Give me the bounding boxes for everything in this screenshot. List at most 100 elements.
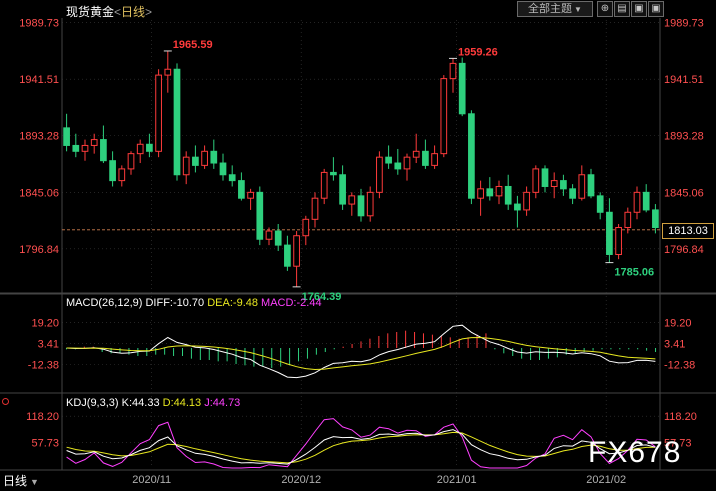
candle-body bbox=[541, 168, 549, 187]
axis-labels: 1989.73 1989.73 1941.51 1941.51 1893.28 1893.… bbox=[19, 18, 704, 486]
candle-body bbox=[320, 171, 328, 199]
macd-legend-diff: DIFF:-10.70 bbox=[145, 297, 205, 309]
candle-body bbox=[164, 68, 172, 76]
macd-legend-macd: MACD:-2.44 bbox=[261, 297, 322, 309]
candle-body bbox=[431, 153, 438, 166]
candle-body bbox=[624, 211, 632, 229]
candle-body bbox=[348, 195, 356, 205]
candle-body bbox=[90, 139, 98, 146]
candle-body bbox=[523, 191, 530, 211]
candle-body bbox=[385, 156, 392, 164]
price-tick-right: 1845.06 bbox=[664, 187, 704, 199]
macd-tick-right: -12.38 bbox=[664, 360, 695, 372]
candle-body bbox=[440, 78, 448, 155]
kdj-legend-j: J:44.73 bbox=[204, 397, 241, 409]
x-tick-label: 2021/01 bbox=[437, 474, 477, 486]
candle-body bbox=[642, 191, 650, 211]
high-label: 1959.26 bbox=[458, 46, 498, 58]
macd-tick-right: 3.41 bbox=[664, 338, 685, 350]
candle-body bbox=[633, 191, 641, 213]
price-tick-right: 1796.84 bbox=[664, 244, 704, 256]
candle-body bbox=[468, 113, 475, 199]
macd-tick-left: 19.20 bbox=[31, 317, 59, 329]
x-tick-label: 2020/12 bbox=[281, 474, 321, 486]
candle-body bbox=[606, 211, 613, 255]
candle-body bbox=[578, 174, 586, 199]
macd-tick-left: -12.38 bbox=[28, 360, 59, 372]
candle-body bbox=[127, 153, 135, 170]
candle-body bbox=[532, 168, 540, 193]
candle-body bbox=[81, 144, 89, 152]
candle-body bbox=[514, 203, 521, 211]
candlestick-series bbox=[63, 50, 659, 287]
indicator-dot-icon bbox=[2, 398, 9, 405]
kdj-tick-left: 57.73 bbox=[31, 437, 59, 449]
chart-canvas[interactable]: 1989.73 1989.73 1941.51 1941.51 1893.28 1893.… bbox=[0, 0, 716, 491]
candle-body bbox=[72, 144, 80, 152]
candle-body bbox=[192, 156, 199, 166]
candle-body bbox=[495, 185, 503, 197]
candle-body bbox=[587, 174, 595, 197]
candle-body bbox=[173, 68, 181, 176]
candle-body bbox=[366, 191, 374, 217]
last-price-tag: 1813.03 bbox=[662, 223, 714, 239]
x-tick-label: 2020/11 bbox=[132, 474, 171, 486]
candle-body bbox=[265, 230, 273, 240]
macd-tick-left: 3.41 bbox=[38, 338, 59, 350]
candle-body bbox=[228, 174, 236, 182]
period-tab[interactable]: 日线 ▼ bbox=[0, 472, 39, 490]
price-tick-right: 1893.28 bbox=[664, 131, 704, 143]
candle-body bbox=[146, 143, 153, 152]
kdj-k-line bbox=[66, 429, 656, 465]
candle-body bbox=[256, 191, 264, 240]
low-label: 1785.06 bbox=[614, 267, 654, 279]
candle-body bbox=[376, 156, 383, 193]
candle-body bbox=[652, 209, 659, 229]
kdj-legend-d: D:44.13 bbox=[162, 397, 202, 409]
price-tick-left: 1989.73 bbox=[19, 18, 59, 30]
candle-body bbox=[118, 168, 126, 182]
candle-body bbox=[238, 180, 245, 199]
candle-body bbox=[155, 74, 162, 152]
watermark-logo: FX678 bbox=[588, 436, 682, 469]
candle-body bbox=[136, 143, 144, 155]
candle-body bbox=[219, 162, 227, 176]
candle-body bbox=[394, 162, 402, 170]
candle-body bbox=[274, 230, 282, 246]
candle-body bbox=[284, 244, 291, 267]
price-annotations: 1965.591959.261764.391785.06 bbox=[163, 39, 654, 303]
candle-body bbox=[201, 150, 208, 166]
candle-body bbox=[100, 139, 107, 162]
period-tab-label: 日线 bbox=[3, 474, 28, 488]
candle-body bbox=[449, 62, 457, 80]
candle-body bbox=[458, 62, 466, 115]
candle-body bbox=[330, 171, 337, 176]
candle-body bbox=[569, 188, 576, 199]
candle-body bbox=[302, 218, 310, 237]
kdj-tick-right: 118.20 bbox=[664, 411, 697, 423]
macd-legend: MACD(26,12,9) DIFF:-10.70 DEA:-9.48 MACD… bbox=[66, 297, 322, 309]
candle-body bbox=[210, 150, 218, 164]
price-tick-right: 1941.51 bbox=[664, 74, 704, 86]
macd-legend-dea: DEA:-9.48 bbox=[207, 297, 258, 309]
price-tick-left: 1796.84 bbox=[19, 244, 59, 256]
price-tick-left: 1893.28 bbox=[19, 131, 59, 143]
candle-body bbox=[293, 235, 300, 267]
high-label: 1965.59 bbox=[173, 39, 213, 51]
candle-body bbox=[550, 180, 558, 187]
candle-body bbox=[615, 227, 622, 255]
kdj-legend: KDJ(9,3,3) K:44.33 D:44.13 J:44.73 bbox=[66, 397, 240, 409]
macd-tick-right: 19.20 bbox=[664, 317, 692, 329]
candle-body bbox=[63, 127, 70, 146]
kdj-tick-left: 118.20 bbox=[26, 411, 59, 423]
candle-body bbox=[504, 185, 512, 205]
candle-body bbox=[109, 160, 116, 182]
candle-body bbox=[247, 191, 254, 199]
macd-diff-line bbox=[66, 324, 656, 379]
candle-body bbox=[477, 188, 484, 199]
candle-body bbox=[339, 174, 346, 205]
candle-body bbox=[412, 150, 420, 158]
candle-body bbox=[560, 180, 567, 190]
price-tick-right: 1989.73 bbox=[664, 18, 704, 30]
kdj-lines bbox=[66, 418, 656, 469]
